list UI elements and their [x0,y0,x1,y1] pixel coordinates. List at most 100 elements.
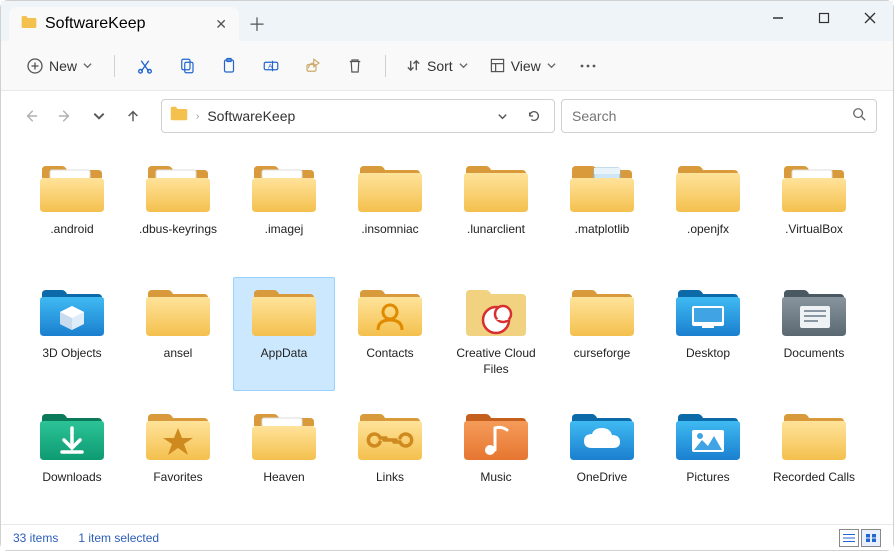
close-tab-icon[interactable]: ✕ [215,16,227,33]
status-bar: 33 items 1 item selected [1,524,893,550]
tab-title: SoftwareKeep [45,15,146,33]
view-button[interactable]: View [482,52,564,80]
downloads-icon [36,406,108,466]
folder-label: Pictures [686,470,729,486]
add-tab-button[interactable]: ＋ [239,7,275,41]
folder-item[interactable]: .VirtualBox [763,153,865,267]
search-icon [852,107,866,126]
folder-label: Heaven [263,470,304,486]
folder-item[interactable]: Pictures [657,401,759,515]
forward-button[interactable] [51,100,79,132]
address-bar[interactable]: › SoftwareKeep [161,99,555,133]
plus-circle-icon [27,58,43,74]
folder-item[interactable]: 3D Objects [21,277,123,391]
chevron-down-icon [547,61,556,70]
folder-item[interactable]: .android [21,153,123,267]
chevron-down-icon [459,61,468,70]
breadcrumb-item[interactable]: SoftwareKeep [207,108,295,124]
share-button[interactable] [295,49,331,83]
back-button[interactable] [17,100,45,132]
folder-item[interactable]: .openjfx [657,153,759,267]
sort-label: Sort [427,58,453,74]
folder-label: Creative Cloud Files [448,346,544,377]
folder-label: curseforge [574,346,631,362]
icons-view-toggle[interactable] [861,529,881,547]
item-count: 33 items [13,531,58,545]
folder-item[interactable]: Creative Cloud Files [445,277,547,391]
folder-label: Downloads [42,470,101,486]
search-input[interactable] [572,108,844,124]
folder-label: .matplotlib [575,222,630,238]
folder-item[interactable]: Documents [763,277,865,391]
selection-count: 1 item selected [78,531,159,545]
cut-button[interactable] [127,49,163,83]
folder-label: Links [376,470,404,486]
docfolder-icon [248,158,320,218]
folder-label: .android [50,222,93,238]
folder-item[interactable]: Favorites [127,401,229,515]
folder-label: .lunarclient [467,222,525,238]
details-view-toggle[interactable] [839,529,859,547]
folder-label: .dbus-keyrings [139,222,217,238]
folder-item[interactable]: Downloads [21,401,123,515]
folder-item[interactable]: Contacts [339,277,441,391]
music-icon [460,406,532,466]
titlebar: SoftwareKeep ✕ ＋ [1,1,893,41]
folder-label: AppData [261,346,308,362]
folder-item[interactable]: Music [445,401,547,515]
folder-item[interactable]: AppData [233,277,335,391]
delete-button[interactable] [337,49,373,83]
recent-dropdown[interactable] [85,100,113,132]
folder-item[interactable]: Links [339,401,441,515]
folder-icon [672,158,744,218]
copy-button[interactable] [169,49,205,83]
folder-icon [354,158,426,218]
contacts-icon [354,282,426,342]
layout-icon [490,58,505,73]
folder-item[interactable]: .insomniac [339,153,441,267]
docfolder-icon [142,158,214,218]
docfolder-icon [36,158,108,218]
folder-item[interactable]: Heaven [233,401,335,515]
folder-item[interactable]: ansel [127,277,229,391]
minimize-button[interactable] [755,1,801,35]
folder-item[interactable]: curseforge [551,277,653,391]
search-box[interactable] [561,99,877,133]
breadcrumb-sep-icon[interactable]: › [196,111,199,122]
folder-item[interactable]: .dbus-keyrings [127,153,229,267]
onedrive-icon [566,406,638,466]
trash-icon [346,57,364,75]
folder-icon [248,282,320,342]
toolbar: New A Sort View [1,41,893,91]
scissors-icon [136,57,154,75]
address-row: › SoftwareKeep [1,91,893,141]
folder-item[interactable]: Recorded Calls [763,401,865,515]
folder-item[interactable]: .matplotlib [551,153,653,267]
maximize-button[interactable] [801,1,847,35]
folder-item[interactable]: .lunarclient [445,153,547,267]
close-window-button[interactable] [847,1,893,35]
tab-active[interactable]: SoftwareKeep ✕ [9,7,239,41]
folder-icon [778,406,850,466]
folder-item[interactable]: Desktop [657,277,759,391]
rename-button[interactable]: A [253,49,289,83]
folder-small-icon [170,106,188,126]
new-button[interactable]: New [17,52,102,80]
folder-item[interactable]: OneDrive [551,401,653,515]
sort-icon [406,58,421,73]
paste-button[interactable] [211,49,247,83]
clipboard-icon [220,57,238,75]
folder-item[interactable]: .imagej [233,153,335,267]
more-button[interactable] [570,49,606,83]
folder-label: .insomniac [361,222,418,238]
folder-label: .openjfx [687,222,729,238]
copy-icon [178,57,196,75]
documents-icon [778,282,850,342]
folder-icon [566,282,638,342]
sort-button[interactable]: Sort [398,52,476,80]
ccloud-icon [460,282,532,342]
folder-label: OneDrive [577,470,628,486]
refresh-button[interactable] [522,104,546,128]
up-button[interactable] [119,100,147,132]
breadcrumb-dropdown[interactable] [490,104,514,128]
